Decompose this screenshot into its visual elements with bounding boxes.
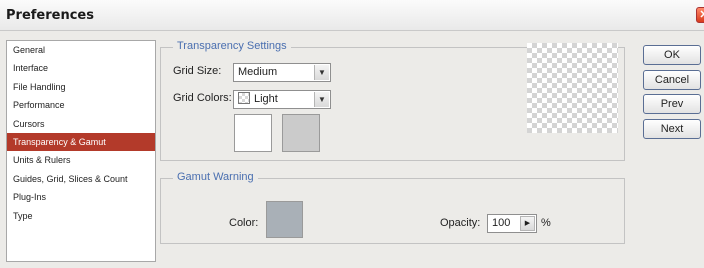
preferences-category-list: General Interface File Handling Performa… — [6, 40, 156, 262]
grid-color-1-swatch[interactable] — [234, 114, 272, 152]
opacity-label: Opacity: — [440, 217, 481, 229]
grid-size-label: Grid Size: — [173, 65, 222, 77]
title-bar: Preferences ✕ — [0, 0, 704, 31]
chevron-down-icon: ▼ — [314, 92, 329, 107]
sidebar-item-units-rulers[interactable]: Units & Rulers — [7, 151, 155, 169]
sidebar-item-plug-ins[interactable]: Plug-Ins — [7, 188, 155, 206]
opacity-unit: % — [541, 217, 551, 229]
sidebar-item-transparency-gamut[interactable]: Transparency & Gamut — [7, 132, 155, 152]
sidebar-item-file-handling[interactable]: File Handling — [7, 78, 155, 96]
grid-colors-label: Grid Colors: — [173, 92, 232, 104]
sidebar-item-guides-grid[interactable]: Guides, Grid, Slices & Count — [7, 170, 155, 188]
sidebar-item-performance[interactable]: Performance — [7, 96, 155, 114]
window-title: Preferences — [6, 8, 94, 23]
chevron-down-icon: ▼ — [314, 65, 329, 80]
ok-button[interactable]: OK — [643, 45, 701, 65]
sidebar-item-interface[interactable]: Interface — [7, 59, 155, 77]
sidebar-item-general[interactable]: General — [7, 41, 155, 59]
chevron-right-icon[interactable]: ▶ — [520, 216, 535, 231]
opacity-input[interactable]: 100 ▶ — [487, 214, 537, 233]
preferences-content: General Interface File Handling Performa… — [0, 31, 704, 268]
grid-size-select[interactable]: Medium ▼ — [233, 63, 331, 82]
grid-colors-value: Light — [254, 93, 278, 105]
swatch-light-icon — [238, 92, 250, 104]
transparency-settings-title: Transparency Settings — [173, 40, 291, 52]
cancel-button[interactable]: Cancel — [643, 70, 701, 90]
gamut-color-swatch[interactable] — [266, 201, 303, 238]
close-button[interactable]: ✕ — [696, 7, 704, 23]
grid-size-value: Medium — [238, 66, 278, 78]
grid-color-2-swatch[interactable] — [282, 114, 320, 152]
next-button[interactable]: Next — [643, 119, 701, 139]
prev-button[interactable]: Prev — [643, 94, 701, 114]
sidebar-item-cursors[interactable]: Cursors — [7, 115, 155, 133]
opacity-value: 100 — [492, 217, 511, 229]
transparency-preview — [527, 43, 618, 133]
gamut-color-label: Color: — [229, 217, 259, 229]
sidebar-item-type[interactable]: Type — [7, 207, 155, 225]
grid-colors-select[interactable]: Light ▼ — [233, 90, 331, 109]
close-icon: ✕ — [699, 9, 704, 21]
gamut-warning-group: Gamut Warning — [160, 171, 625, 244]
gamut-warning-title: Gamut Warning — [173, 171, 258, 183]
